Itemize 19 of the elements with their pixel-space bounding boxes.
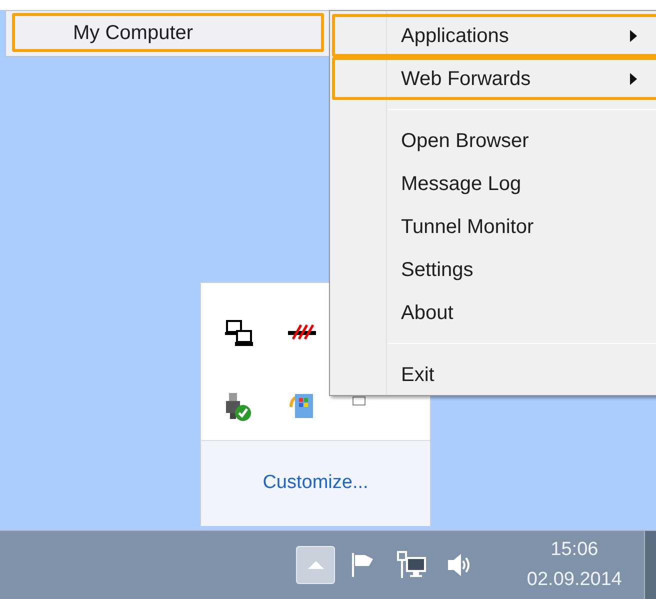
show-desktop-button[interactable] <box>644 530 656 599</box>
menu-item[interactable]: Message Log <box>332 162 656 205</box>
clock-date: 02.09.2014 <box>526 568 622 592</box>
menu-item[interactable]: Exit <box>332 353 656 396</box>
flag-icon[interactable] <box>349 552 375 578</box>
menu-item[interactable]: Tunnel Monitor <box>332 205 656 248</box>
menu-item[interactable]: Settings <box>332 248 656 291</box>
customize-link[interactable]: Customize... <box>262 469 368 498</box>
clock-time: 15:06 <box>550 538 598 562</box>
network-icon[interactable] <box>397 551 427 579</box>
network-computers-icon[interactable] <box>223 317 255 349</box>
up-arrow-icon <box>308 561 324 569</box>
menu-item[interactable]: About <box>332 291 656 334</box>
menu-item[interactable]: My Computer <box>12 13 324 52</box>
submenu-arrow-icon <box>630 30 637 42</box>
menu-item[interactable]: Applications <box>332 14 656 57</box>
menu-item[interactable]: Web Forwards <box>332 57 656 100</box>
menu-item[interactable]: Open Browser <box>332 119 656 162</box>
submenu-arrow-icon <box>630 72 637 84</box>
